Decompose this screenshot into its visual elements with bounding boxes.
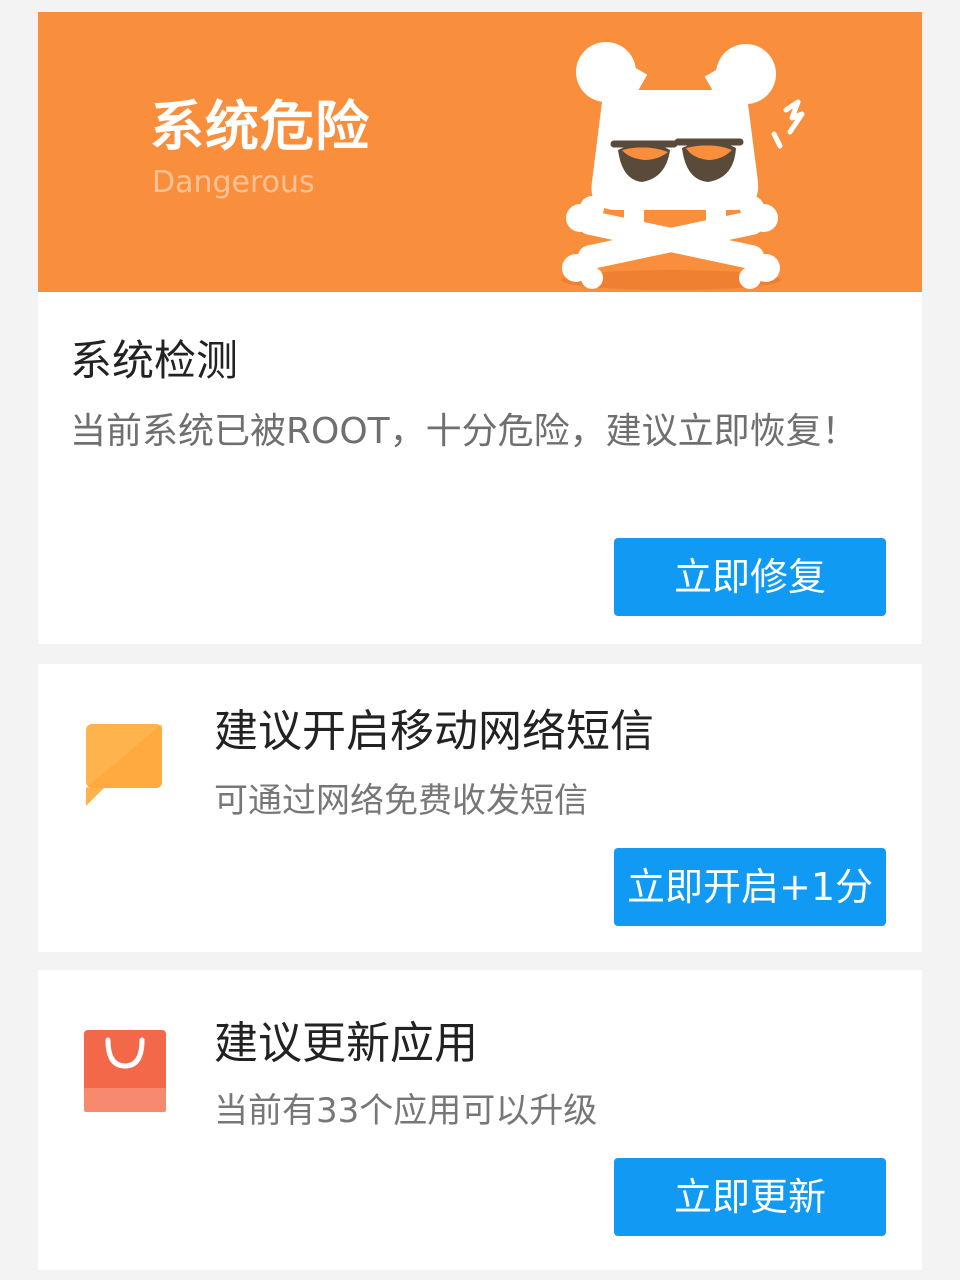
sms-suggestion-description: 可通过网络免费收发短信 [214, 781, 588, 821]
repair-now-button[interactable]: 立即修复 [614, 538, 886, 616]
update-apps-description: 当前有33个应用可以升级 [214, 1091, 598, 1131]
update-apps-card: 建议更新应用 当前有33个应用可以升级 立即更新 [38, 970, 922, 1270]
skull-crossbones-icon [561, 42, 805, 290]
update-now-button[interactable]: 立即更新 [614, 1158, 886, 1236]
sms-suggestion-title: 建议开启移动网络短信 [214, 706, 654, 757]
enable-now-button[interactable]: 立即开启+1分 [614, 848, 886, 926]
message-bubble-icon [86, 724, 162, 806]
danger-banner: 系统危险 Dangerous [38, 12, 922, 292]
shopping-bag-icon [84, 1030, 166, 1112]
banner-title: 系统危险 [150, 95, 370, 158]
system-check-title: 系统检测 [70, 336, 239, 385]
screen: 系统危险 Dangerous 系统检测 当前系统已被ROOT，十分危险，建议立即… [0, 0, 960, 1280]
system-check-card: 系统检测 当前系统已被ROOT，十分危险，建议立即恢复！ 立即修复 [38, 292, 922, 644]
sms-suggestion-card: 建议开启移动网络短信 可通过网络免费收发短信 立即开启+1分 [38, 664, 922, 952]
update-apps-title: 建议更新应用 [214, 1018, 478, 1069]
banner-subtitle: Dangerous [152, 165, 315, 200]
system-check-description: 当前系统已被ROOT，十分危险，建议立即恢复！ [70, 411, 858, 452]
